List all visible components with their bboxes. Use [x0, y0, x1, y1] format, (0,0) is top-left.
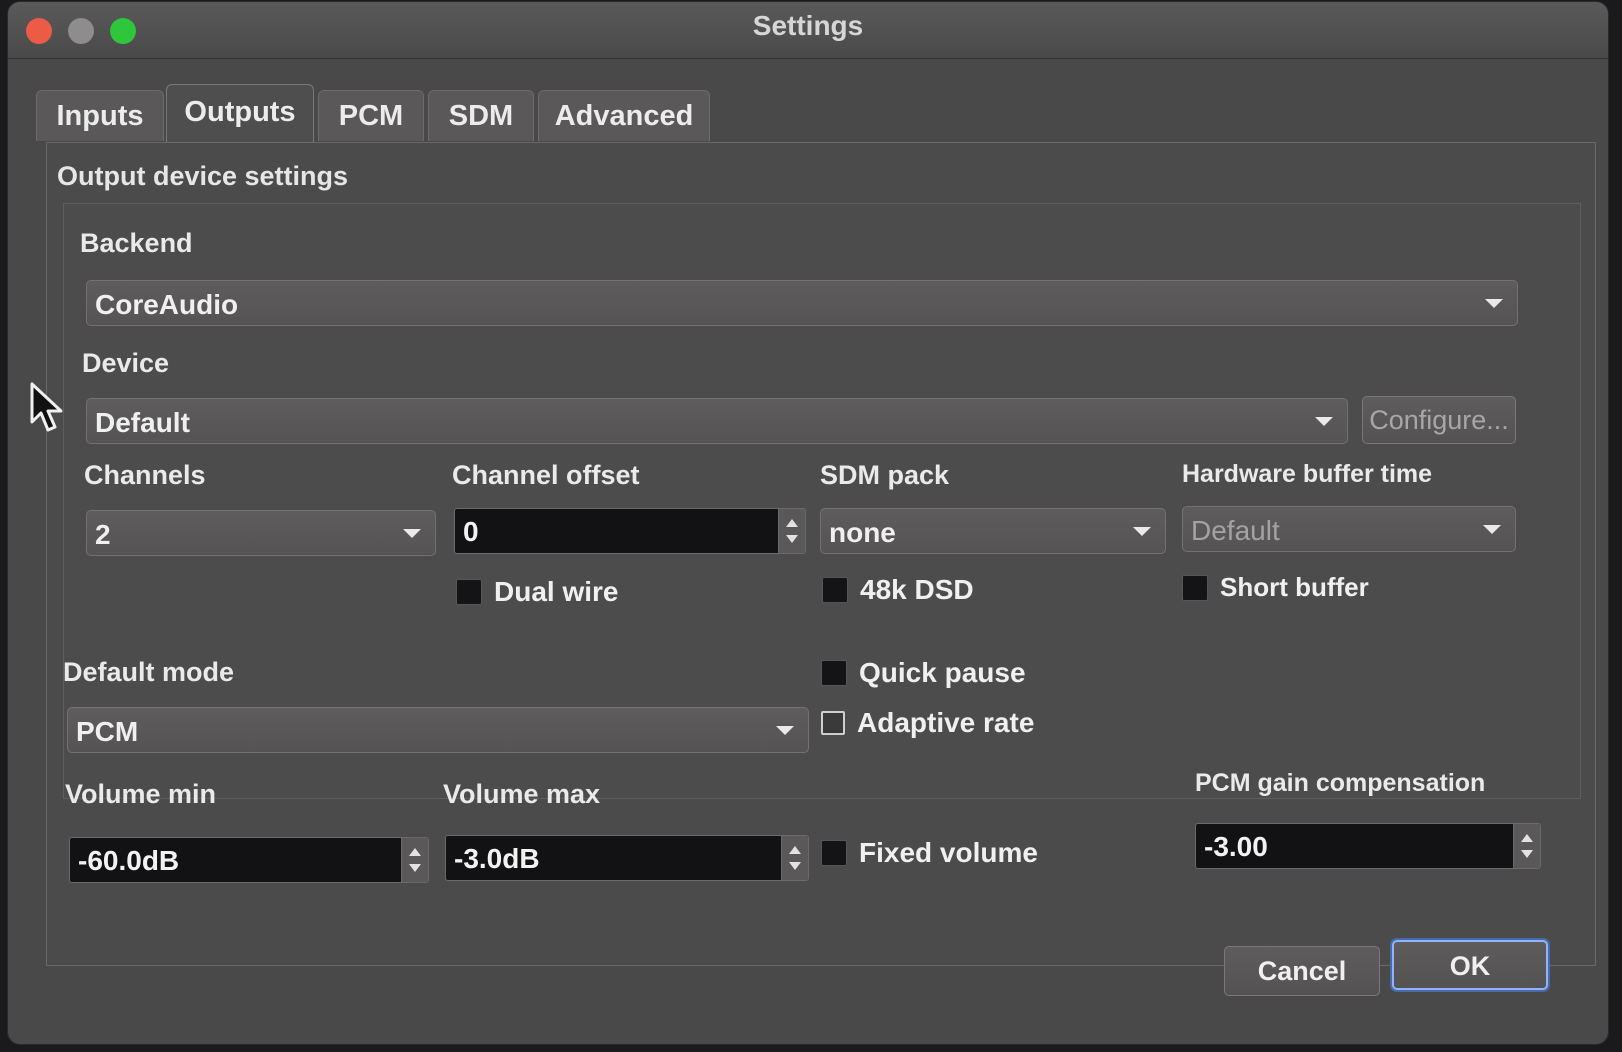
device-value: Default	[95, 407, 190, 438]
volume-min-label: Volume min	[65, 779, 217, 809]
adaptive-rate-checkbox[interactable]: Adaptive rate	[821, 707, 1034, 739]
channel-offset-value: 0	[463, 516, 479, 547]
channels-value: 2	[95, 519, 111, 550]
channel-offset-stepper[interactable]: 0	[454, 508, 806, 554]
output-device-settings-title: Output device settings	[57, 161, 349, 191]
mouse-pointer-icon	[30, 382, 63, 432]
fixed-volume-label: Fixed volume	[859, 837, 1038, 868]
default-mode-label: Default mode	[63, 657, 235, 687]
channels-label: Channels	[84, 460, 206, 490]
checkbox-box[interactable]	[456, 579, 482, 605]
48k-dsd-label: 48k DSD	[860, 574, 974, 605]
sdm-pack-label: SDM pack	[820, 460, 950, 490]
dual-wire-label: Dual wire	[494, 576, 619, 607]
pcm-gain-stepper[interactable]: -3.00	[1195, 823, 1541, 869]
stepper-arrows-icon[interactable]	[1513, 824, 1540, 868]
tab-inputs[interactable]: Inputs	[36, 90, 164, 141]
default-mode-value: PCM	[76, 716, 139, 747]
adaptive-rate-label: Adaptive rate	[857, 707, 1035, 738]
default-mode-select[interactable]: PCM	[67, 707, 809, 753]
sdm-pack-value: none	[829, 517, 896, 548]
device-label: Device	[82, 348, 170, 378]
stepper-arrows-icon[interactable]	[401, 838, 428, 882]
device-select[interactable]: Default	[86, 398, 1348, 444]
checkbox-box[interactable]	[822, 577, 848, 603]
pcm-gain-value: -3.00	[1204, 831, 1268, 862]
pcm-gain-label: PCM gain compensation	[1195, 769, 1486, 797]
channels-select[interactable]: 2	[86, 510, 436, 556]
title-bar: Settings	[8, 2, 1608, 59]
channel-offset-label: Channel offset	[452, 460, 640, 490]
chevron-down-icon	[1483, 525, 1501, 534]
backend-select[interactable]: CoreAudio	[86, 280, 1518, 326]
volume-max-stepper[interactable]: -3.0dB	[445, 835, 809, 881]
volume-min-value: -60.0dB	[78, 845, 180, 876]
hardware-buffer-value: Default	[1191, 515, 1280, 546]
volume-max-label: Volume max	[443, 779, 601, 809]
fixed-volume-checkbox[interactable]: Fixed volume	[821, 837, 1038, 869]
volume-max-value: -3.0dB	[454, 843, 540, 874]
quick-pause-label: Quick pause	[859, 657, 1026, 688]
checkbox-box[interactable]	[821, 660, 847, 686]
48k-dsd-checkbox[interactable]: 48k DSD	[822, 574, 974, 606]
backend-value: CoreAudio	[95, 289, 239, 320]
chevron-down-icon	[1133, 527, 1151, 536]
window-title: Settings	[752, 10, 864, 41]
stepper-arrows-icon[interactable]	[781, 836, 808, 880]
chevron-down-icon	[1485, 299, 1503, 308]
stepper-arrows-icon[interactable]	[778, 509, 805, 553]
chevron-down-icon	[1315, 417, 1333, 426]
settings-window: Settings Inputs Outputs PCM SDM Advanced…	[8, 2, 1608, 1044]
checkbox-box[interactable]	[821, 711, 845, 735]
quick-pause-checkbox[interactable]: Quick pause	[821, 657, 1026, 689]
tab-advanced[interactable]: Advanced	[538, 90, 710, 141]
checkbox-box[interactable]	[1182, 574, 1208, 601]
configure-button[interactable]: Configure...	[1362, 396, 1516, 444]
hardware-buffer-select[interactable]: Default	[1182, 506, 1516, 552]
chevron-down-icon	[776, 726, 794, 735]
short-buffer-label: Short buffer	[1220, 572, 1369, 602]
dual-wire-checkbox[interactable]: Dual wire	[456, 576, 618, 608]
sdm-pack-select[interactable]: none	[820, 508, 1166, 554]
short-buffer-checkbox[interactable]: Short buffer	[1182, 572, 1369, 603]
hardware-buffer-label: Hardware buffer time	[1182, 460, 1433, 488]
ok-button[interactable]: OK	[1392, 940, 1548, 990]
outputs-pane: Output device settings Backend CoreAudio…	[46, 142, 1596, 966]
backend-label: Backend	[80, 228, 193, 258]
tab-pcm[interactable]: PCM	[318, 90, 424, 141]
tab-outputs[interactable]: Outputs	[166, 84, 314, 143]
cancel-button[interactable]: Cancel	[1224, 946, 1380, 996]
chevron-down-icon	[403, 529, 421, 538]
tab-sdm[interactable]: SDM	[428, 90, 534, 141]
checkbox-box[interactable]	[821, 840, 847, 866]
volume-min-stepper[interactable]: -60.0dB	[69, 837, 429, 883]
